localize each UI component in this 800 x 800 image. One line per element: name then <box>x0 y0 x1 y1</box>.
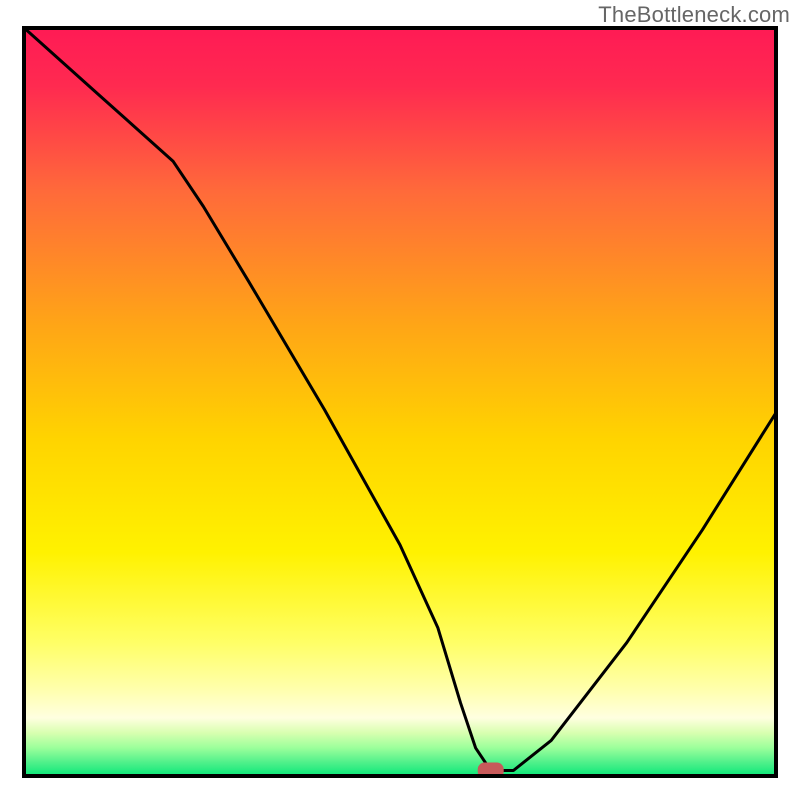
plot-frame <box>22 26 778 778</box>
plot-area <box>22 26 778 778</box>
watermark-text: TheBottleneck.com <box>598 2 790 28</box>
chart-container: TheBottleneck.com <box>0 0 800 800</box>
